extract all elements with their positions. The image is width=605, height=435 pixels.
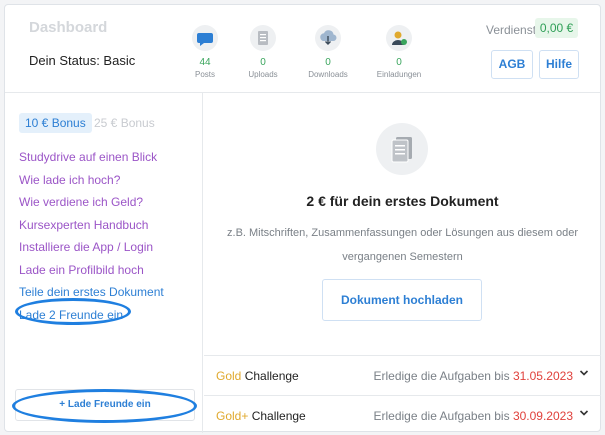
chevron-down-icon[interactable] [579, 408, 589, 421]
status-text: Dein Status: Basic [29, 53, 136, 68]
stat-invitations-value: 0 [396, 57, 402, 68]
stat-posts-label: Posts [194, 70, 215, 79]
dashboard-card: Dashboard Dein Status: Basic 44 Posts 0 … [4, 4, 601, 433]
stat-uploads-label: Uploads [248, 70, 278, 79]
task-item-how-to-upload[interactable]: Wie lade ich hoch? [19, 169, 164, 192]
page-title: Dashboard [29, 19, 108, 36]
challenge-deadline: Erledige die Aufgaben bis 30.09.2023 [373, 409, 574, 423]
task-item-profile-picture[interactable]: Lade ein Profilbild hoch [19, 259, 164, 282]
challenge-name: Gold+ Challenge [216, 409, 306, 423]
stat-invitations[interactable]: 0 Einladungen [367, 25, 431, 79]
tab-bonus-25[interactable]: 25 € Bonus [94, 113, 155, 133]
agb-button[interactable]: AGB [491, 50, 533, 79]
task-detail-panel: 2 € für dein erstes Dokument z.B. Mitsch… [204, 93, 601, 433]
upload-document-button[interactable]: Dokument hochladen [322, 279, 482, 321]
dashboard-header: Dashboard Dein Status: Basic 44 Posts 0 … [5, 5, 600, 93]
stat-invitations-label: Einladungen [376, 70, 422, 79]
challenge-deadline: Erledige die Aufgaben bis 31.05.2023 [373, 369, 574, 383]
document-icon [376, 123, 428, 175]
stat-posts-value: 44 [199, 57, 211, 68]
highlight-circle [12, 389, 197, 423]
stat-uploads[interactable]: 0 Uploads [231, 25, 295, 79]
stat-downloads-value: 0 [325, 57, 331, 68]
document-icon [250, 25, 276, 51]
tab-bonus-10[interactable]: 10 € Bonus [19, 113, 92, 133]
highlight-circle [15, 298, 131, 325]
task-title: 2 € für dein erstes Dokument [306, 193, 499, 209]
chat-bubble-icon [192, 25, 218, 51]
task-item-install-app[interactable]: Installiere die App / Login [19, 236, 164, 259]
challenge-name: Gold Challenge [216, 369, 299, 383]
chevron-down-icon[interactable] [579, 368, 589, 381]
task-description: z.B. Mitschriften, Zusammenfassungen ode… [227, 227, 578, 263]
earnings-label: Verdienst: [486, 23, 540, 37]
stat-downloads-label: Downloads [308, 70, 348, 79]
stat-posts[interactable]: 44 Posts [173, 25, 237, 79]
user-add-icon [386, 25, 412, 51]
task-item-earn-money[interactable]: Wie verdiene ich Geld? [19, 191, 164, 214]
task-item-expert-handbook[interactable]: Kursexperten Handbuch [19, 214, 164, 237]
cloud-download-icon [315, 25, 341, 51]
stat-downloads[interactable]: 0 Downloads [296, 25, 360, 79]
stat-uploads-value: 0 [260, 57, 266, 68]
help-button[interactable]: Hilfe [539, 50, 579, 79]
task-item-overview[interactable]: Studydrive auf einen Blick [19, 146, 164, 169]
earnings-badge: 0,00 € [535, 18, 578, 38]
task-sidebar: 10 € Bonus 25 € Bonus Studydrive auf ein… [5, 93, 203, 433]
challenge-row-gold-plus[interactable]: Gold+ Challenge Erledige die Aufgaben bi… [204, 395, 601, 435]
challenge-row-gold[interactable]: Gold Challenge Erledige die Aufgaben bis… [204, 355, 601, 395]
